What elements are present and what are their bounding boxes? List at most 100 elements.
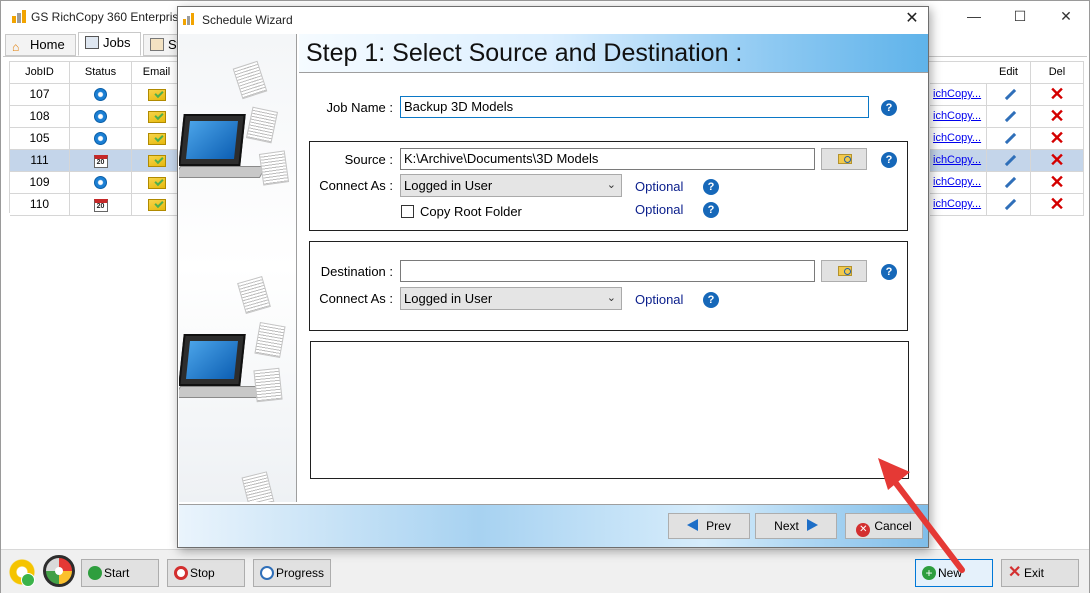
settings-gear-icon[interactable]: [7, 557, 37, 587]
edit-icon[interactable]: [1002, 88, 1016, 102]
maximize-button[interactable]: ☐: [997, 5, 1043, 27]
cell-jobid[interactable]: 107: [10, 84, 70, 106]
new-button[interactable]: + New: [915, 559, 993, 587]
start-button[interactable]: Start: [81, 559, 159, 587]
job-link[interactable]: ichCopy...: [930, 150, 987, 172]
email-cell[interactable]: [132, 84, 182, 106]
cell-jobid[interactable]: 110: [10, 194, 70, 216]
running-status-icon: [94, 176, 107, 189]
destination-browse-button[interactable]: [821, 260, 867, 282]
source-browse-button[interactable]: [821, 148, 867, 170]
minimize-button[interactable]: —: [951, 5, 997, 27]
speed-gauge-icon[interactable]: [43, 555, 75, 587]
edit-cell[interactable]: [987, 106, 1031, 128]
email-cell[interactable]: [132, 172, 182, 194]
status-cell[interactable]: [70, 106, 132, 128]
job-link[interactable]: ichCopy...: [930, 128, 987, 150]
edit-icon[interactable]: [1002, 132, 1016, 146]
email-cell[interactable]: [132, 128, 182, 150]
help-icon[interactable]: ?: [703, 292, 719, 308]
progress-button[interactable]: Progress: [253, 559, 331, 587]
del-cell[interactable]: ✕: [1031, 150, 1084, 172]
exit-label: Exit: [1024, 566, 1045, 580]
email-icon: [147, 89, 166, 101]
dest-connect-as-label: Connect As :: [319, 291, 393, 306]
job-link[interactable]: ichCopy...: [930, 106, 987, 128]
edit-cell[interactable]: [987, 194, 1031, 216]
cell-jobid[interactable]: 109: [10, 172, 70, 194]
edit-icon[interactable]: [1002, 110, 1016, 124]
document-illustration: [253, 367, 283, 403]
email-cell[interactable]: [132, 106, 182, 128]
close-button[interactable]: ✕: [1043, 5, 1089, 27]
del-cell[interactable]: ✕: [1031, 106, 1084, 128]
copy-root-optional: Optional: [635, 202, 684, 217]
stop-button[interactable]: Stop: [167, 559, 245, 587]
edit-icon[interactable]: [1002, 198, 1016, 212]
delete-icon[interactable]: ✕: [1049, 128, 1064, 148]
next-button[interactable]: Next: [755, 513, 837, 539]
dest-connect-as-select[interactable]: Logged in User ⌄: [400, 287, 622, 310]
job-link[interactable]: ichCopy...: [930, 172, 987, 194]
delete-icon[interactable]: ✕: [1049, 194, 1064, 214]
help-icon[interactable]: ?: [703, 202, 719, 218]
help-icon[interactable]: ?: [703, 179, 719, 195]
col-header-email[interactable]: Email: [132, 62, 182, 84]
plus-icon: +: [922, 566, 936, 580]
exit-button[interactable]: ✕ Exit: [1001, 559, 1079, 587]
new-label: New: [938, 566, 963, 580]
help-icon[interactable]: ?: [881, 152, 897, 168]
email-icon: [147, 177, 166, 189]
help-icon[interactable]: ?: [881, 264, 897, 280]
delete-icon[interactable]: ✕: [1049, 84, 1064, 104]
progress-label: Progress: [276, 566, 325, 580]
delete-icon[interactable]: ✕: [1049, 106, 1064, 126]
prev-button[interactable]: Prev: [668, 513, 750, 539]
edit-cell[interactable]: [987, 128, 1031, 150]
help-icon[interactable]: ?: [881, 100, 897, 116]
status-cell[interactable]: 20: [70, 194, 132, 216]
cancel-button[interactable]: ✕ Cancel: [845, 513, 923, 539]
wizard-header: Step 1: Select Source and Destination :: [299, 34, 928, 72]
delete-icon[interactable]: ✕: [1049, 150, 1064, 170]
running-status-icon: [94, 88, 107, 101]
stats-icon: [150, 38, 164, 51]
copy-root-folder-checkbox[interactable]: [401, 205, 414, 218]
cell-jobid[interactable]: 108: [10, 106, 70, 128]
del-cell[interactable]: ✕: [1031, 128, 1084, 150]
delete-icon[interactable]: ✕: [1049, 172, 1064, 192]
job-link[interactable]: ichCopy...: [930, 194, 987, 216]
col-header-status[interactable]: Status: [70, 62, 132, 84]
source-connect-as-value: Logged in User: [404, 178, 493, 193]
cell-jobid[interactable]: 105: [10, 128, 70, 150]
edit-cell[interactable]: [987, 84, 1031, 106]
col-header-del[interactable]: Del: [1031, 62, 1084, 84]
status-cell[interactable]: [70, 128, 132, 150]
tab-home[interactable]: ⌂ Home: [5, 34, 76, 56]
job-name-input[interactable]: Backup 3D Models: [400, 96, 869, 118]
status-cell[interactable]: 20: [70, 150, 132, 172]
destination-path-input[interactable]: [400, 260, 815, 282]
edit-cell[interactable]: [987, 172, 1031, 194]
status-cell[interactable]: [70, 84, 132, 106]
col-header-jobid[interactable]: JobID: [10, 62, 70, 84]
col-header-edit[interactable]: Edit: [987, 62, 1031, 84]
source-connect-as-select[interactable]: Logged in User ⌄: [400, 174, 622, 197]
edit-icon[interactable]: [1002, 176, 1016, 190]
play-icon: [88, 566, 102, 580]
del-cell[interactable]: ✕: [1031, 172, 1084, 194]
email-cell[interactable]: [132, 194, 182, 216]
job-link[interactable]: ichCopy...: [930, 84, 987, 106]
edit-icon[interactable]: [1002, 154, 1016, 168]
del-cell[interactable]: ✕: [1031, 84, 1084, 106]
email-icon: [147, 133, 166, 145]
email-cell[interactable]: [132, 150, 182, 172]
cell-jobid[interactable]: 111: [10, 150, 70, 172]
source-path-input[interactable]: K:\Archive\Documents\3D Models: [400, 148, 815, 170]
edit-cell[interactable]: [987, 150, 1031, 172]
wizard-close-button[interactable]: ✕: [900, 9, 924, 29]
copy-root-folder-label[interactable]: Copy Root Folder: [420, 204, 522, 219]
del-cell[interactable]: ✕: [1031, 194, 1084, 216]
status-cell[interactable]: [70, 172, 132, 194]
tab-jobs[interactable]: Jobs: [78, 32, 141, 56]
